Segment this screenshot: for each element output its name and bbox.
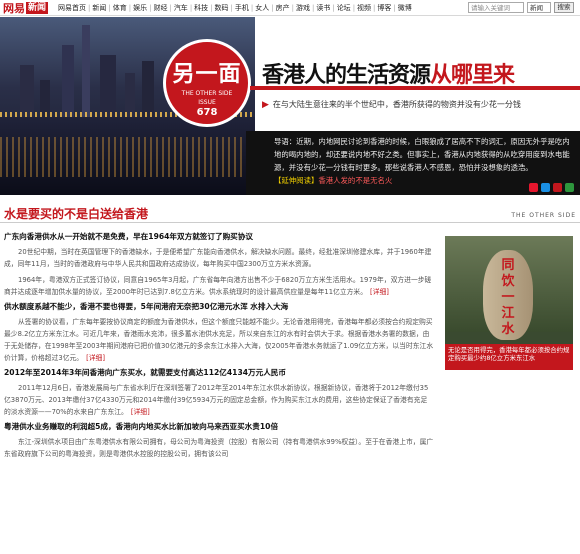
article-section: 供水额度系越不能少，香港不要也得要，5年间港府无奈把30亿港元水浑 水排入大海从… xyxy=(4,302,434,364)
intro-box: 导语：近期，内地网民讨论到香港的时候，白眼狼成了居高不下的词汇，原因无外乎是吃内… xyxy=(246,131,580,195)
article-heading[interactable]: 2012年至2014年3年间香港向广东买水，就需要支付高达112亿4134万元人… xyxy=(4,368,434,378)
article-paragraph-text: 2011年12月6日，香港发展局与广东省水利厅在深圳签署了2012年至2014年… xyxy=(4,384,429,416)
hero-subtitle-text: 在与大陆生意往来的半个世纪中，香港所获得的物资并没有少花一分钱 xyxy=(272,100,521,109)
nav-item[interactable]: 手机 xyxy=(233,3,251,13)
douban-share-icon[interactable] xyxy=(565,183,574,192)
nav-item[interactable]: 女人 xyxy=(253,3,271,13)
hero-subtitle: ▶ 在与大陆生意往来的半个世纪中，香港所获得的物资并没有少花一分钱 xyxy=(262,99,521,110)
nav-item[interactable]: 论坛 xyxy=(335,3,353,13)
hero-divider xyxy=(250,86,580,90)
nav-item[interactable]: 财经 xyxy=(151,3,169,13)
article-paragraph-text: 东江-深圳供水项目由广东粤港供水有限公司拥有，母公司为粤海投资（控股）有限公司（… xyxy=(4,438,434,458)
nav-item[interactable]: 游戏 xyxy=(294,3,312,13)
nav-item[interactable]: 汽车 xyxy=(172,3,190,13)
article-section: 广东向香港供水从一开始就不是免费，早在1964年双方就签订了购买协议 20世纪中期… xyxy=(4,232,434,298)
hero-title: 香港人的生活资源从哪里来 xyxy=(262,57,515,89)
nav-item[interactable]: 网易首页 xyxy=(56,3,88,13)
rock-inscription: 同饮一江水 xyxy=(501,258,515,337)
search-scope-select[interactable]: 新闻 xyxy=(527,2,551,13)
article-paragraph-text: 从签署的协议看，广东每年要按协议商定的额度为香港供水，但这个额度只能越不能少。无… xyxy=(4,318,434,362)
detail-link[interactable]: [详细] xyxy=(86,354,105,362)
hero-banner: 另一面 THE OTHER SIDE ISSUE 678 香港人的生活资源从哪里… xyxy=(0,17,580,195)
article-paragraph: 1964年，粤港双方正式签订协议，同意自1965年3月起，广东省每年向港方出售不… xyxy=(4,274,434,298)
nav-item[interactable]: 新闻 xyxy=(90,3,108,13)
article-paragraph: 从签署的协议看，广东每年要按协议商定的额度为香港供水，但这个额度只能越不能少。无… xyxy=(4,316,434,364)
intro-text: 导语：近期，内地网民讨论到香港的时候，白眼狼成了居高不下的词汇，原因无外乎是吃内… xyxy=(274,137,570,172)
article-section: 2012年至2014年3年间香港向广东买水，就需要支付高达112亿4134万元人… xyxy=(4,368,434,418)
logo-news: 新闻 xyxy=(26,1,49,14)
article-heading[interactable]: 供水额度系越不能少，香港不要也得要，5年间港府无奈把30亿港元水浑 水排入大海 xyxy=(4,302,434,312)
nav-item[interactable]: 读书 xyxy=(314,3,332,13)
search-box: 请输入关键词 新闻 搜索 xyxy=(468,2,574,13)
article-body: 广东向香港供水从一开始就不是免费，早在1964年双方就签订了购买协议 20世纪中期… xyxy=(4,232,434,464)
detail-link[interactable]: [详细] xyxy=(370,288,389,296)
nav-item[interactable]: 数码 xyxy=(213,3,231,13)
dongjiang-rock-photo: 同饮一江水 无论是否用得完，香港每年都必须按合约规定购买最少约8亿立方米东江水 xyxy=(445,236,573,370)
badge-title: 另一面 xyxy=(172,62,242,87)
badge-issue-number: 678 xyxy=(196,107,218,118)
channel-nav: 网易首页 | 新闻 | 体育 | 娱乐 | 财经 | 汽车 | 科技 | 数码 | 手机 | 女人 | 房产 | 游戏 | 读书… xyxy=(56,3,414,13)
nav-item[interactable]: 体育 xyxy=(111,3,129,13)
qq-share-icon[interactable] xyxy=(541,183,550,192)
section-title: 水是要买的不是白送给香港 xyxy=(4,207,149,221)
section-header: 水是要买的不是白送给香港 THE OTHER SIDE xyxy=(0,205,580,223)
nav-item[interactable]: 微博 xyxy=(396,3,414,13)
search-input[interactable]: 请输入关键词 xyxy=(468,2,524,13)
share-icons xyxy=(529,183,574,192)
the-other-side-badge[interactable]: 另一面 THE OTHER SIDE ISSUE 678 xyxy=(163,39,251,127)
detail-link[interactable]: [详细] xyxy=(131,408,150,416)
further-reading-link[interactable]: 香港人发的不是无名火 xyxy=(318,176,392,185)
article-paragraph: 东江-深圳供水项目由广东粤港供水有限公司拥有，母公司为粤海投资（控股）有限公司（… xyxy=(4,436,434,460)
hero-title-black: 香港人的生活资源 xyxy=(262,62,431,88)
logo-main: 网易 xyxy=(3,1,25,15)
further-reading-label: 【延伸阅读】 xyxy=(274,176,319,185)
nav-item[interactable]: 视频 xyxy=(355,3,373,13)
photo-caption: 无论是否用得完，香港每年都必须按合约规定购买最少约8亿立方米东江水 xyxy=(445,344,573,370)
article-section: 粤港供水业务赚取的利润超5成，香港向内地买水比新加坡向马来西亚买水贵10倍东江-… xyxy=(4,422,434,460)
top-nav-bar: 网易 新闻 网易首页 | 新闻 | 体育 | 娱乐 | 财经 | 汽车 | 科技 | 数码 | 手机 | 女人 | 房产… xyxy=(0,0,580,16)
nav-item[interactable]: 房产 xyxy=(274,3,292,13)
badge-subtitle: THE OTHER SIDE xyxy=(181,90,233,97)
inscribed-rock: 同饮一江水 xyxy=(483,250,533,340)
article-heading[interactable]: 广东向香港供水从一开始就不是免费，早在1964年双方就签订了购买协议 xyxy=(4,232,434,242)
search-button[interactable]: 搜索 xyxy=(554,2,574,13)
nav-item[interactable]: 博客 xyxy=(375,3,393,13)
nav-item[interactable]: 科技 xyxy=(192,3,210,13)
hero-title-red: 从哪里来 xyxy=(430,62,515,88)
article-paragraph-text: 20世纪中期，当时在英国管理下的香港缺水，于是便希望广东能向香港供水，解决缺水问… xyxy=(4,248,432,268)
article-paragraph: 20世纪中期，当时在英国管理下的香港缺水，于是便希望广东能向香港供水，解决缺水问… xyxy=(4,246,434,270)
section-side-label: THE OTHER SIDE xyxy=(511,212,576,219)
weibo-share-icon[interactable] xyxy=(529,183,538,192)
article-paragraph-text: 1964年，粤港双方正式签订协议，同意自1965年3月起，广东省每年向港方出售不… xyxy=(4,276,432,296)
netease-news-logo[interactable]: 网易 新闻 xyxy=(0,0,52,16)
nav-item[interactable]: 娱乐 xyxy=(131,3,149,13)
article-paragraph: 2011年12月6日，香港发展局与广东省水利厅在深圳签署了2012年至2014年… xyxy=(4,382,434,418)
arrow-right-icon: ▶ xyxy=(262,99,269,110)
renren-share-icon[interactable] xyxy=(553,183,562,192)
badge-issue-label: ISSUE xyxy=(198,99,216,106)
article-heading[interactable]: 粤港供水业务赚取的利润超5成，香港向内地买水比新加坡向马来西亚买水贵10倍 xyxy=(4,422,434,432)
